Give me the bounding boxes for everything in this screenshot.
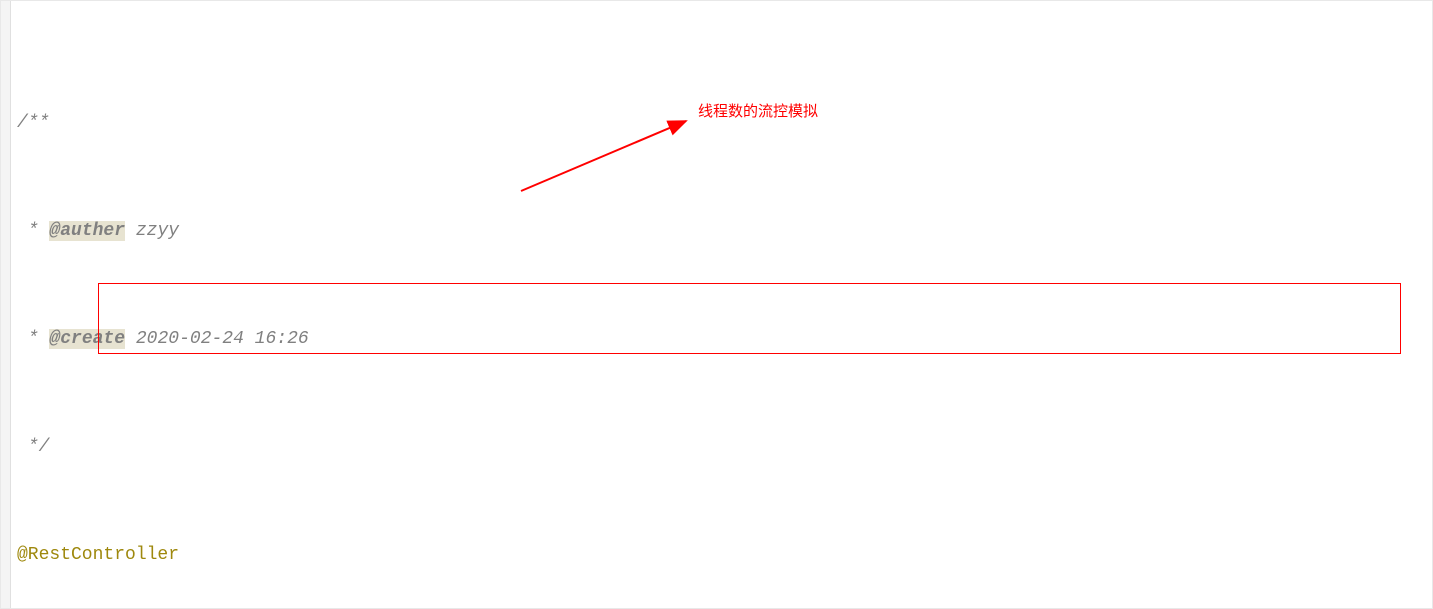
- doc-auther-value: zzyy: [136, 221, 179, 241]
- doc-star: *: [17, 221, 39, 241]
- code-editor[interactable]: /** * @auther zzyy * @create 2020-02-24 …: [0, 0, 1433, 609]
- code-line[interactable]: */: [11, 434, 1432, 461]
- code-area[interactable]: /** * @auther zzyy * @create 2020-02-24 …: [11, 29, 1432, 609]
- code-line[interactable]: * @create 2020-02-24 16:26: [11, 326, 1432, 353]
- code-line[interactable]: /**: [11, 110, 1432, 137]
- gutter: [1, 1, 11, 608]
- doc-close: */: [17, 437, 49, 457]
- doc-create-value: 2020-02-24 16:26: [136, 329, 309, 349]
- doc-tag-auther: @auther: [49, 221, 125, 241]
- code-line[interactable]: @RestController: [11, 542, 1432, 569]
- code-line[interactable]: * @auther zzyy: [11, 218, 1432, 245]
- doc-star: *: [17, 329, 39, 349]
- doc-open: /**: [17, 113, 49, 133]
- doc-tag-create: @create: [49, 329, 125, 349]
- annotation-restcontroller: @RestController: [17, 545, 179, 565]
